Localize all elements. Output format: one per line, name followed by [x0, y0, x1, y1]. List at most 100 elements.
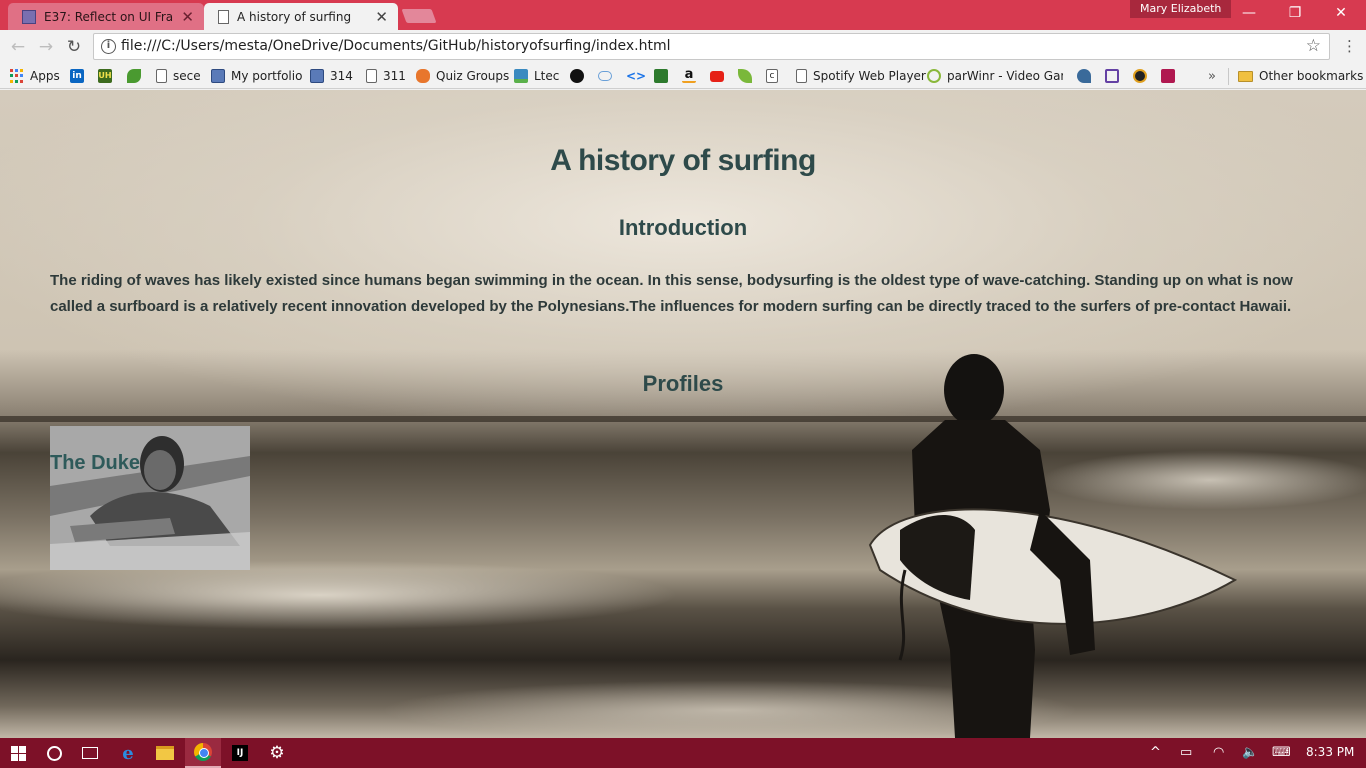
profile-name: The Duke	[50, 452, 141, 474]
new-tab-button[interactable]	[401, 9, 437, 23]
bookmark-label: Quiz Groups	[436, 69, 510, 83]
keyboard-icon[interactable]: ⌨	[1272, 745, 1291, 760]
flipflop-icon	[416, 69, 430, 83]
profile-card-the-duke[interactable]: The Duke	[50, 426, 250, 570]
circle-icon	[1133, 69, 1147, 83]
taskbar-chrome[interactable]	[185, 738, 221, 768]
bookmark-sece[interactable]: sece	[156, 67, 201, 85]
bookmark-label: My portfolio	[231, 69, 303, 83]
youtube-icon	[710, 70, 724, 82]
bookmark-spotify[interactable]: Spotify Web Player	[796, 67, 926, 85]
bookmark-twitch[interactable]	[1105, 67, 1125, 85]
url-text[interactable]: file:///C:/Users/mesta/OneDrive/Document…	[121, 38, 670, 54]
tray-chevron-icon[interactable]: ^	[1150, 745, 1161, 760]
volume-icon[interactable]: 🔈	[1242, 745, 1258, 760]
profile-button[interactable]: Mary Elizabeth	[1130, 0, 1232, 18]
bird-icon	[1077, 69, 1091, 83]
tab-close-icon[interactable]: ✕	[181, 8, 194, 26]
intellij-icon: IJ	[232, 745, 248, 761]
bookmark-uh[interactable]: UH	[98, 67, 118, 85]
page-icon	[366, 69, 377, 83]
linkedin-icon: in	[70, 69, 84, 83]
page-viewport: A history of surfing Introduction The ri…	[0, 90, 1366, 738]
tab-title: E37: Reflect on UI Frame	[44, 9, 174, 24]
bookmark-github[interactable]	[570, 67, 590, 85]
chrome-icon	[194, 743, 212, 761]
portfolio-icon	[211, 69, 225, 83]
tab-favicon-icon	[22, 9, 36, 24]
bookmark-feather[interactable]	[738, 67, 758, 85]
bookmark-cloud[interactable]	[598, 67, 618, 85]
back-button[interactable]: ←	[8, 37, 28, 57]
task-view-button[interactable]	[72, 738, 108, 768]
amazon-icon: a	[682, 68, 696, 83]
page-icon	[796, 69, 807, 83]
twitch-icon	[1105, 69, 1119, 83]
windows-logo-icon	[10, 745, 26, 761]
bookmark-code[interactable]: <>	[626, 67, 646, 85]
info-icon[interactable]: i	[101, 39, 116, 54]
restore-button[interactable]: ❐	[1272, 0, 1318, 28]
github-icon	[570, 69, 584, 83]
cortana-button[interactable]	[36, 738, 72, 768]
uh-icon: UH	[98, 69, 112, 83]
start-button[interactable]	[0, 738, 36, 768]
address-bar[interactable]: i file:///C:/Users/mesta/OneDrive/Docume…	[93, 33, 1330, 60]
android-icon	[654, 69, 668, 83]
bookmark-leaf[interactable]	[127, 67, 147, 85]
taskbar-file-explorer[interactable]	[147, 738, 183, 768]
tab-close-icon[interactable]: ✕	[375, 8, 388, 26]
chrome-menu-icon[interactable]: ⋮	[1342, 36, 1357, 56]
bookmark-parwinr[interactable]: parWinr - Video Gam	[927, 67, 1063, 85]
reload-button[interactable]: ↻	[64, 37, 84, 57]
forward-button[interactable]: →	[36, 37, 56, 57]
bookmark-label: Other bookmarks	[1259, 69, 1364, 83]
profiles-heading: Profiles	[642, 371, 724, 396]
taskbar-intellij[interactable]: IJ	[222, 738, 258, 768]
bookmark-label: sece	[173, 69, 201, 83]
bookmark-doc-c[interactable]: c	[766, 67, 784, 85]
bookmark-label: parWinr - Video Gam	[947, 69, 1063, 83]
bookmark-circle[interactable]	[1133, 67, 1153, 85]
introduction-paragraph: The riding of waves has likely existed s…	[50, 272, 1293, 315]
bookmark-bird[interactable]	[1077, 67, 1097, 85]
bookmark-label: Spotify Web Player	[813, 69, 926, 83]
page-icon	[156, 69, 167, 83]
portfolio-icon	[310, 69, 324, 83]
surfer-silhouette-image	[868, 354, 1238, 738]
code-icon: <>	[626, 69, 647, 83]
settings-icon: ⚙	[269, 743, 285, 763]
bookmark-apps[interactable]: Apps	[10, 67, 60, 85]
bookmark-label: 311	[383, 69, 406, 83]
apps-grid-icon	[10, 69, 24, 83]
battery-icon[interactable]: ▭	[1180, 745, 1192, 760]
close-window-button[interactable]: ✕	[1318, 0, 1364, 28]
tab-page-icon	[218, 9, 229, 24]
clock[interactable]: 8:33 PM	[1306, 745, 1354, 759]
browser-title-bar: E37: Reflect on UI Frame ✕ A history of …	[0, 0, 1366, 30]
bookmark-youtube[interactable]	[710, 67, 730, 85]
bookmark-label: 314	[330, 69, 353, 83]
bookmark-314[interactable]: 314	[310, 67, 353, 85]
bookmark-quiz-groups[interactable]: Quiz Groups	[416, 67, 509, 85]
taskbar-settings[interactable]: ⚙	[259, 738, 295, 768]
minimize-button[interactable]: —	[1226, 0, 1272, 28]
tab-e37[interactable]: E37: Reflect on UI Frame ✕	[8, 3, 204, 30]
bookmark-other[interactable]: Other bookmarks	[1238, 67, 1363, 85]
bookmark-ltec[interactable]: Ltec	[514, 67, 559, 85]
taskbar-edge[interactable]: e	[110, 738, 146, 768]
wifi-icon[interactable]: ◠	[1213, 745, 1224, 760]
bookmark-android[interactable]	[654, 67, 674, 85]
bookmark-star-icon[interactable]: ☆	[1306, 36, 1321, 56]
tab-history-of-surfing[interactable]: A history of surfing ✕	[204, 3, 398, 30]
ltec-icon	[514, 69, 528, 83]
bookmark-amazon[interactable]: a	[682, 67, 702, 85]
bookmark-quill[interactable]	[1161, 67, 1181, 85]
windows-taskbar: e IJ ⚙ ^ ▭ ◠ 🔈 ⌨ 8:33 PM	[0, 738, 1366, 768]
bookmark-label: Ltec	[534, 69, 560, 83]
bookmarks-overflow-button[interactable]: »	[1208, 67, 1216, 85]
bookmark-linkedin[interactable]: in	[70, 67, 90, 85]
bookmark-311[interactable]: 311	[366, 67, 406, 85]
cloud-icon	[598, 71, 612, 81]
bookmark-my-portfolio[interactable]: My portfolio	[211, 67, 302, 85]
